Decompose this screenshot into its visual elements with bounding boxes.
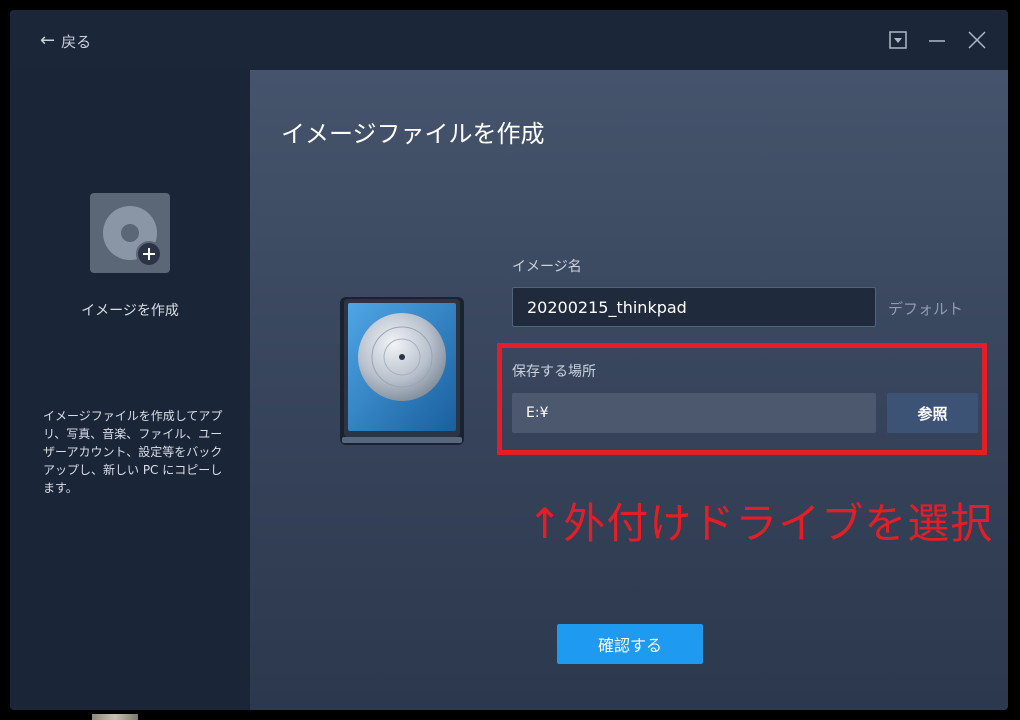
dropdown-menu-icon[interactable] <box>886 28 910 52</box>
image-name-label: イメージ名 <box>512 259 582 275</box>
page-title: イメージファイルを作成 <box>281 120 545 148</box>
title-bar: ← 戻る <box>10 10 1008 70</box>
browse-button[interactable]: 参照 <box>887 393 978 433</box>
save-location-label: 保存する場所 <box>512 364 596 380</box>
default-link[interactable]: デフォルト <box>888 298 963 319</box>
sidebar-label: イメージを作成 <box>81 303 179 319</box>
taskbar-thumbnail <box>92 714 138 720</box>
annotation-text: ↑外付けドライブを選択 <box>527 499 994 548</box>
minimize-icon[interactable] <box>925 28 949 52</box>
back-button[interactable]: ← 戻る <box>40 30 91 52</box>
back-label: 戻る <box>61 32 92 51</box>
sidebar: イメージを作成 イメージファイルを作成してアプリ、写真、音楽、ファイル、ユーザー… <box>10 70 250 710</box>
back-arrow-icon: ← <box>40 30 56 51</box>
main-panel: イメージファイルを作成 イメージ名 20200215_thinkpad デフォル… <box>250 70 1008 710</box>
disk-image-icon <box>340 295 464 445</box>
create-image-icon <box>90 193 170 273</box>
save-location-input[interactable] <box>512 393 876 433</box>
image-name-input[interactable] <box>512 287 876 327</box>
sidebar-description: イメージファイルを作成してアプリ、写真、音楽、ファイル、ユーザーアカウント、設定… <box>43 409 223 495</box>
confirm-button[interactable]: 確認する <box>557 624 703 664</box>
app-window: ← 戻る イメージを作成 イメージファイルを作成してアプリ、写真、音楽、ファイル… <box>10 10 1008 710</box>
close-icon[interactable] <box>965 28 989 52</box>
